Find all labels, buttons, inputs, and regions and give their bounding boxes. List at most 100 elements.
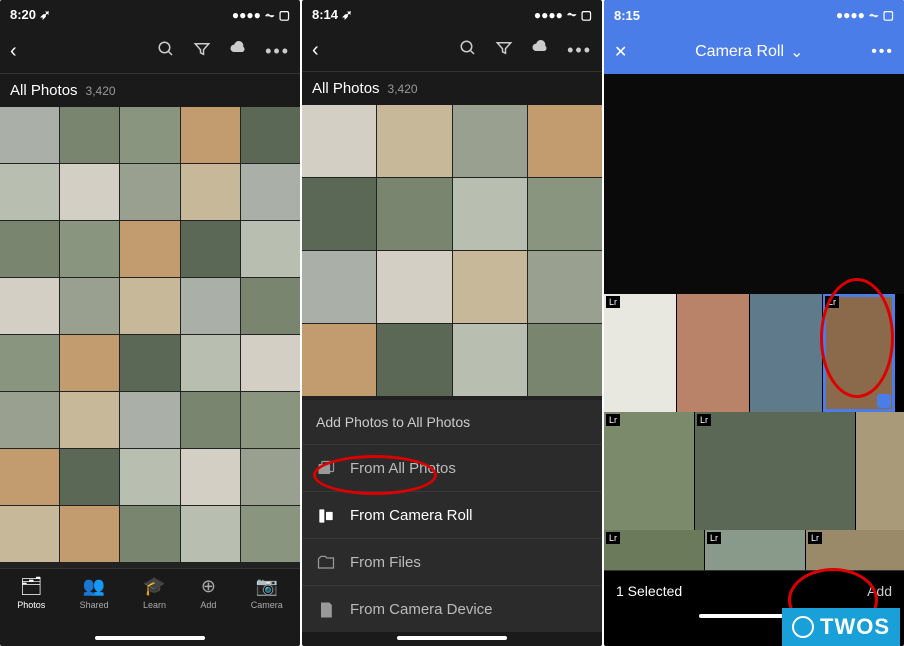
home-indicator[interactable] bbox=[397, 636, 507, 640]
cloud-icon[interactable] bbox=[531, 39, 549, 62]
photo-thumb[interactable] bbox=[302, 178, 376, 250]
sd-card-icon bbox=[316, 600, 336, 618]
photo-thumb[interactable] bbox=[856, 412, 904, 530]
lr-badge: Lr bbox=[606, 296, 620, 308]
photo-thumb[interactable] bbox=[677, 294, 749, 412]
photo-thumb[interactable]: Lr bbox=[604, 412, 694, 530]
photo-thumb[interactable] bbox=[528, 324, 602, 396]
photo-thumb[interactable] bbox=[120, 107, 179, 163]
lr-badge: Lr bbox=[808, 532, 822, 544]
photo-thumb-selected[interactable]: Lr bbox=[823, 294, 895, 412]
photo-thumb[interactable] bbox=[0, 506, 59, 562]
sheet-item-label: From All Photos bbox=[350, 460, 456, 477]
back-button[interactable]: ‹ bbox=[10, 40, 17, 63]
photo-thumb[interactable]: Lr bbox=[705, 530, 805, 570]
filter-icon[interactable] bbox=[193, 40, 211, 63]
filter-icon[interactable] bbox=[495, 39, 513, 62]
photo-thumb[interactable] bbox=[528, 105, 602, 177]
photo-thumb[interactable] bbox=[60, 506, 119, 562]
tab-photos[interactable]: 🗂Photos bbox=[17, 575, 45, 632]
photo-thumb[interactable] bbox=[181, 164, 240, 220]
photo-thumb[interactable] bbox=[60, 449, 119, 505]
photo-thumb[interactable]: Lr bbox=[604, 294, 676, 412]
photo-thumb[interactable] bbox=[181, 335, 240, 391]
tab-shared[interactable]: 👥Shared bbox=[80, 575, 109, 632]
photo-thumb[interactable] bbox=[120, 164, 179, 220]
photo-thumb[interactable] bbox=[241, 392, 300, 448]
photo-thumb[interactable] bbox=[181, 449, 240, 505]
photo-thumb[interactable] bbox=[377, 324, 451, 396]
photo-thumb[interactable] bbox=[60, 392, 119, 448]
photo-thumb[interactable] bbox=[453, 251, 527, 323]
photo-thumb[interactable] bbox=[181, 278, 240, 334]
photo-thumb[interactable] bbox=[377, 178, 451, 250]
photo-thumb[interactable] bbox=[120, 335, 179, 391]
search-icon[interactable] bbox=[157, 40, 175, 63]
photo-thumb[interactable] bbox=[120, 506, 179, 562]
photo-thumb[interactable] bbox=[120, 392, 179, 448]
photo-thumb[interactable] bbox=[302, 324, 376, 396]
photo-thumb[interactable] bbox=[0, 278, 59, 334]
close-button[interactable]: ✕ bbox=[614, 42, 627, 62]
photo-thumb[interactable]: Lr bbox=[695, 412, 855, 530]
tab-camera[interactable]: 📷Camera bbox=[251, 575, 283, 632]
photo-thumb[interactable] bbox=[0, 107, 59, 163]
photo-thumb[interactable] bbox=[241, 164, 300, 220]
photo-thumb[interactable] bbox=[60, 221, 119, 277]
photo-thumb[interactable] bbox=[241, 335, 300, 391]
tab-label: Add bbox=[200, 600, 216, 610]
files-icon bbox=[316, 553, 336, 571]
photo-thumb[interactable] bbox=[0, 392, 59, 448]
photo-thumb[interactable] bbox=[302, 251, 376, 323]
back-button[interactable]: ‹ bbox=[312, 39, 319, 62]
tab-learn[interactable]: 🎓Learn bbox=[143, 575, 166, 632]
album-picker[interactable]: Camera Roll ⌄ bbox=[627, 42, 871, 62]
photo-thumb[interactable]: Lr bbox=[806, 530, 904, 570]
photo-thumb[interactable] bbox=[377, 251, 451, 323]
photo-thumb[interactable] bbox=[0, 164, 59, 220]
photo-thumb[interactable] bbox=[181, 107, 240, 163]
sheet-item-files[interactable]: From Files bbox=[302, 538, 602, 585]
photo-thumb[interactable] bbox=[0, 221, 59, 277]
tab-add[interactable]: ⊕Add bbox=[200, 575, 216, 632]
photo-thumb[interactable] bbox=[60, 107, 119, 163]
photo-thumb[interactable] bbox=[60, 335, 119, 391]
photo-thumb[interactable] bbox=[750, 294, 822, 412]
photo-thumb[interactable]: Lr bbox=[604, 530, 704, 570]
photo-thumb[interactable] bbox=[528, 251, 602, 323]
sheet-item-all-photos[interactable]: From All Photos bbox=[302, 444, 602, 491]
photo-thumb[interactable] bbox=[181, 392, 240, 448]
tab-label: Camera bbox=[251, 600, 283, 610]
lr-badge: Lr bbox=[707, 532, 721, 544]
photo-thumb[interactable] bbox=[453, 105, 527, 177]
photo-thumb[interactable] bbox=[120, 221, 179, 277]
photo-thumb[interactable] bbox=[241, 221, 300, 277]
photo-thumb[interactable] bbox=[181, 221, 240, 277]
photo-thumb[interactable] bbox=[453, 178, 527, 250]
photo-thumb[interactable] bbox=[120, 449, 179, 505]
photo-thumb[interactable] bbox=[528, 178, 602, 250]
photo-thumb[interactable] bbox=[241, 506, 300, 562]
photo-thumb[interactable] bbox=[181, 506, 240, 562]
photo-thumb[interactable] bbox=[377, 105, 451, 177]
sheet-item-camera-roll[interactable]: From Camera Roll bbox=[302, 491, 602, 538]
search-icon[interactable] bbox=[459, 39, 477, 62]
photo-thumb[interactable] bbox=[60, 278, 119, 334]
photo-thumb[interactable] bbox=[0, 449, 59, 505]
more-icon[interactable]: ••• bbox=[567, 40, 592, 61]
photo-thumb[interactable] bbox=[302, 105, 376, 177]
cloud-icon[interactable] bbox=[229, 40, 247, 63]
home-indicator[interactable] bbox=[95, 636, 205, 640]
sheet-item-camera-device[interactable]: From Camera Device bbox=[302, 585, 602, 632]
photo-thumb[interactable] bbox=[241, 449, 300, 505]
add-button[interactable]: Add bbox=[867, 583, 892, 599]
photo-thumb[interactable] bbox=[60, 164, 119, 220]
photo-thumb[interactable] bbox=[0, 335, 59, 391]
photo-thumb[interactable] bbox=[453, 324, 527, 396]
more-icon[interactable]: ••• bbox=[265, 41, 290, 62]
tab-label: Shared bbox=[80, 600, 109, 610]
more-icon[interactable]: ••• bbox=[871, 43, 894, 61]
photo-thumb[interactable] bbox=[120, 278, 179, 334]
photo-thumb[interactable] bbox=[241, 278, 300, 334]
photo-thumb[interactable] bbox=[241, 107, 300, 163]
